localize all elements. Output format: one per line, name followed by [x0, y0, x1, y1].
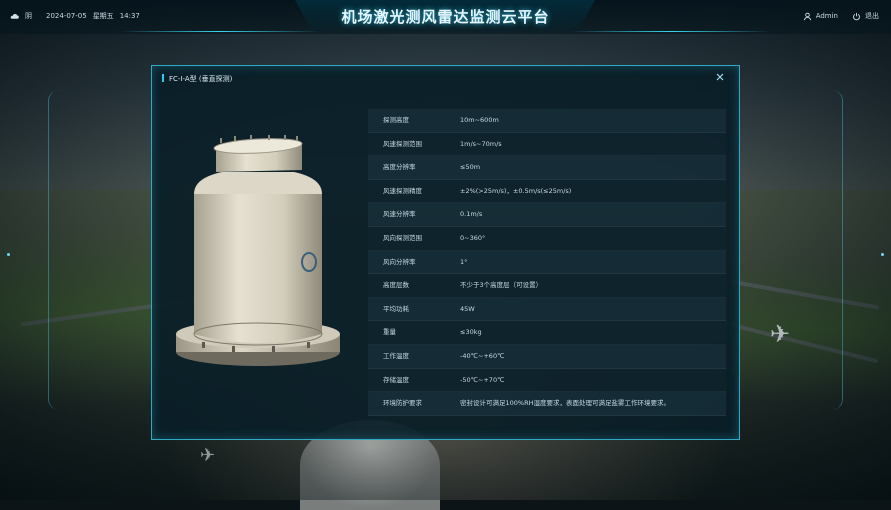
weekday-text: 星期五 [92, 12, 114, 20]
power-icon [853, 12, 860, 20]
spec-value: 密封设计可满足100%RH湿度要求，表面处理可满足盐雾工作环境要求。 [460, 399, 670, 408]
spec-value: -40℃~+60℃ [460, 351, 505, 360]
title-glow-line-right [571, 31, 771, 32]
spec-value: ±2%(>25m/s)，±0.5m/s(≤25m/s) [460, 186, 572, 195]
time-text: 14:37 [119, 12, 140, 20]
top-bar: 机场激光测风雷达监测云平台 阴 2024-07-05 星期五 14:37 Adm… [0, 0, 891, 34]
title-accent-bar [162, 74, 164, 82]
logout-button[interactable]: 退出 [852, 11, 879, 21]
spec-row: 风速分辨率 0.1m/s [368, 203, 726, 227]
username-label: Admin [815, 12, 838, 20]
user-area: Admin 退出 [803, 11, 879, 21]
left-frame-decoration [48, 90, 59, 410]
spec-label: 存储温度 [383, 375, 409, 384]
spec-value: 10m~600m [460, 116, 499, 124]
spec-value: 1m/s~70m/s [460, 139, 502, 148]
device-detail-modal: FC-I-A型 (垂直探测) 探测高度 10m~600m 风速探测范围 1m/s… [151, 65, 740, 440]
spec-row: 风速探测范围 1m/s~70m/s [368, 132, 726, 157]
spec-row: 平均功耗 45W [368, 297, 726, 322]
right-frame-decoration [832, 90, 843, 410]
spec-value: ≤30kg [460, 328, 482, 337]
date-text: 2024-07-05 [46, 12, 87, 20]
spec-row: 探测高度 10m~600m [368, 109, 726, 133]
spec-row: 重量 ≤30kg [368, 321, 726, 345]
spec-value: 不少于3个高度层（可设置） [460, 281, 543, 290]
spec-label: 平均功耗 [383, 304, 409, 313]
spec-row: 存储温度 -50℃~+70℃ [368, 368, 726, 393]
title-glow-line-left [120, 31, 320, 32]
spec-label: 探测高度 [383, 116, 409, 124]
spec-label: 高度层数 [383, 281, 409, 290]
cloud-icon [10, 13, 19, 19]
modal-header: FC-I-A型 (垂直探测) [152, 66, 739, 90]
spec-label: 高度分辨率 [383, 163, 416, 172]
user-menu[interactable]: Admin [803, 12, 838, 21]
spec-label: 风速分辨率 [383, 210, 416, 219]
lidar-device-image [176, 135, 340, 366]
spec-value: -50℃~+70℃ [460, 375, 505, 384]
spec-row: 工作温度 -40℃~+60℃ [368, 344, 726, 369]
spec-value: ≤50m [460, 163, 481, 172]
spec-label: 风向分辨率 [383, 257, 416, 266]
spec-label: 工作温度 [383, 351, 409, 360]
right-indicator-dot [881, 253, 884, 256]
spec-label: 风速探测精度 [383, 186, 422, 195]
logout-label: 退出 [865, 12, 879, 20]
status-area: 阴 2024-07-05 星期五 14:37 [10, 11, 140, 21]
spec-value: 0~360° [460, 233, 486, 242]
modal-title: FC-I-A型 (垂直探测) [169, 75, 233, 83]
spec-label: 环境防护要求 [383, 399, 422, 408]
spec-row: 风速探测精度 ±2%(>25m/s)，±0.5m/s(≤25m/s) [368, 179, 726, 204]
spec-label: 风向探测范围 [383, 233, 422, 242]
spec-table: 探测高度 10m~600m 风速探测范围 1m/s~70m/s 高度分辨率 ≤50m 风速探… [368, 109, 726, 416]
close-icon[interactable] [714, 71, 726, 83]
spec-row: 高度层数 不少于3个高度层（可设置） [368, 274, 726, 298]
spec-row: 高度分辨率 ≤50m [368, 156, 726, 180]
spec-label: 风速探测范围 [383, 139, 422, 148]
spec-value: 0.1m/s [460, 210, 483, 219]
spec-value: 1° [460, 257, 468, 266]
user-icon [803, 12, 811, 20]
spec-row: 风向分辨率 1° [368, 250, 726, 275]
spec-row: 风向探测范围 0~360° [368, 226, 726, 251]
spec-label: 重量 [383, 328, 396, 337]
spec-value: 45W [460, 304, 475, 313]
left-indicator-dot [7, 253, 10, 256]
spec-row: 环境防护要求 密封设计可满足100%RH湿度要求，表面处理可满足盐雾工作环境要求。 [368, 392, 726, 416]
weather-label: 阴 [25, 12, 32, 20]
